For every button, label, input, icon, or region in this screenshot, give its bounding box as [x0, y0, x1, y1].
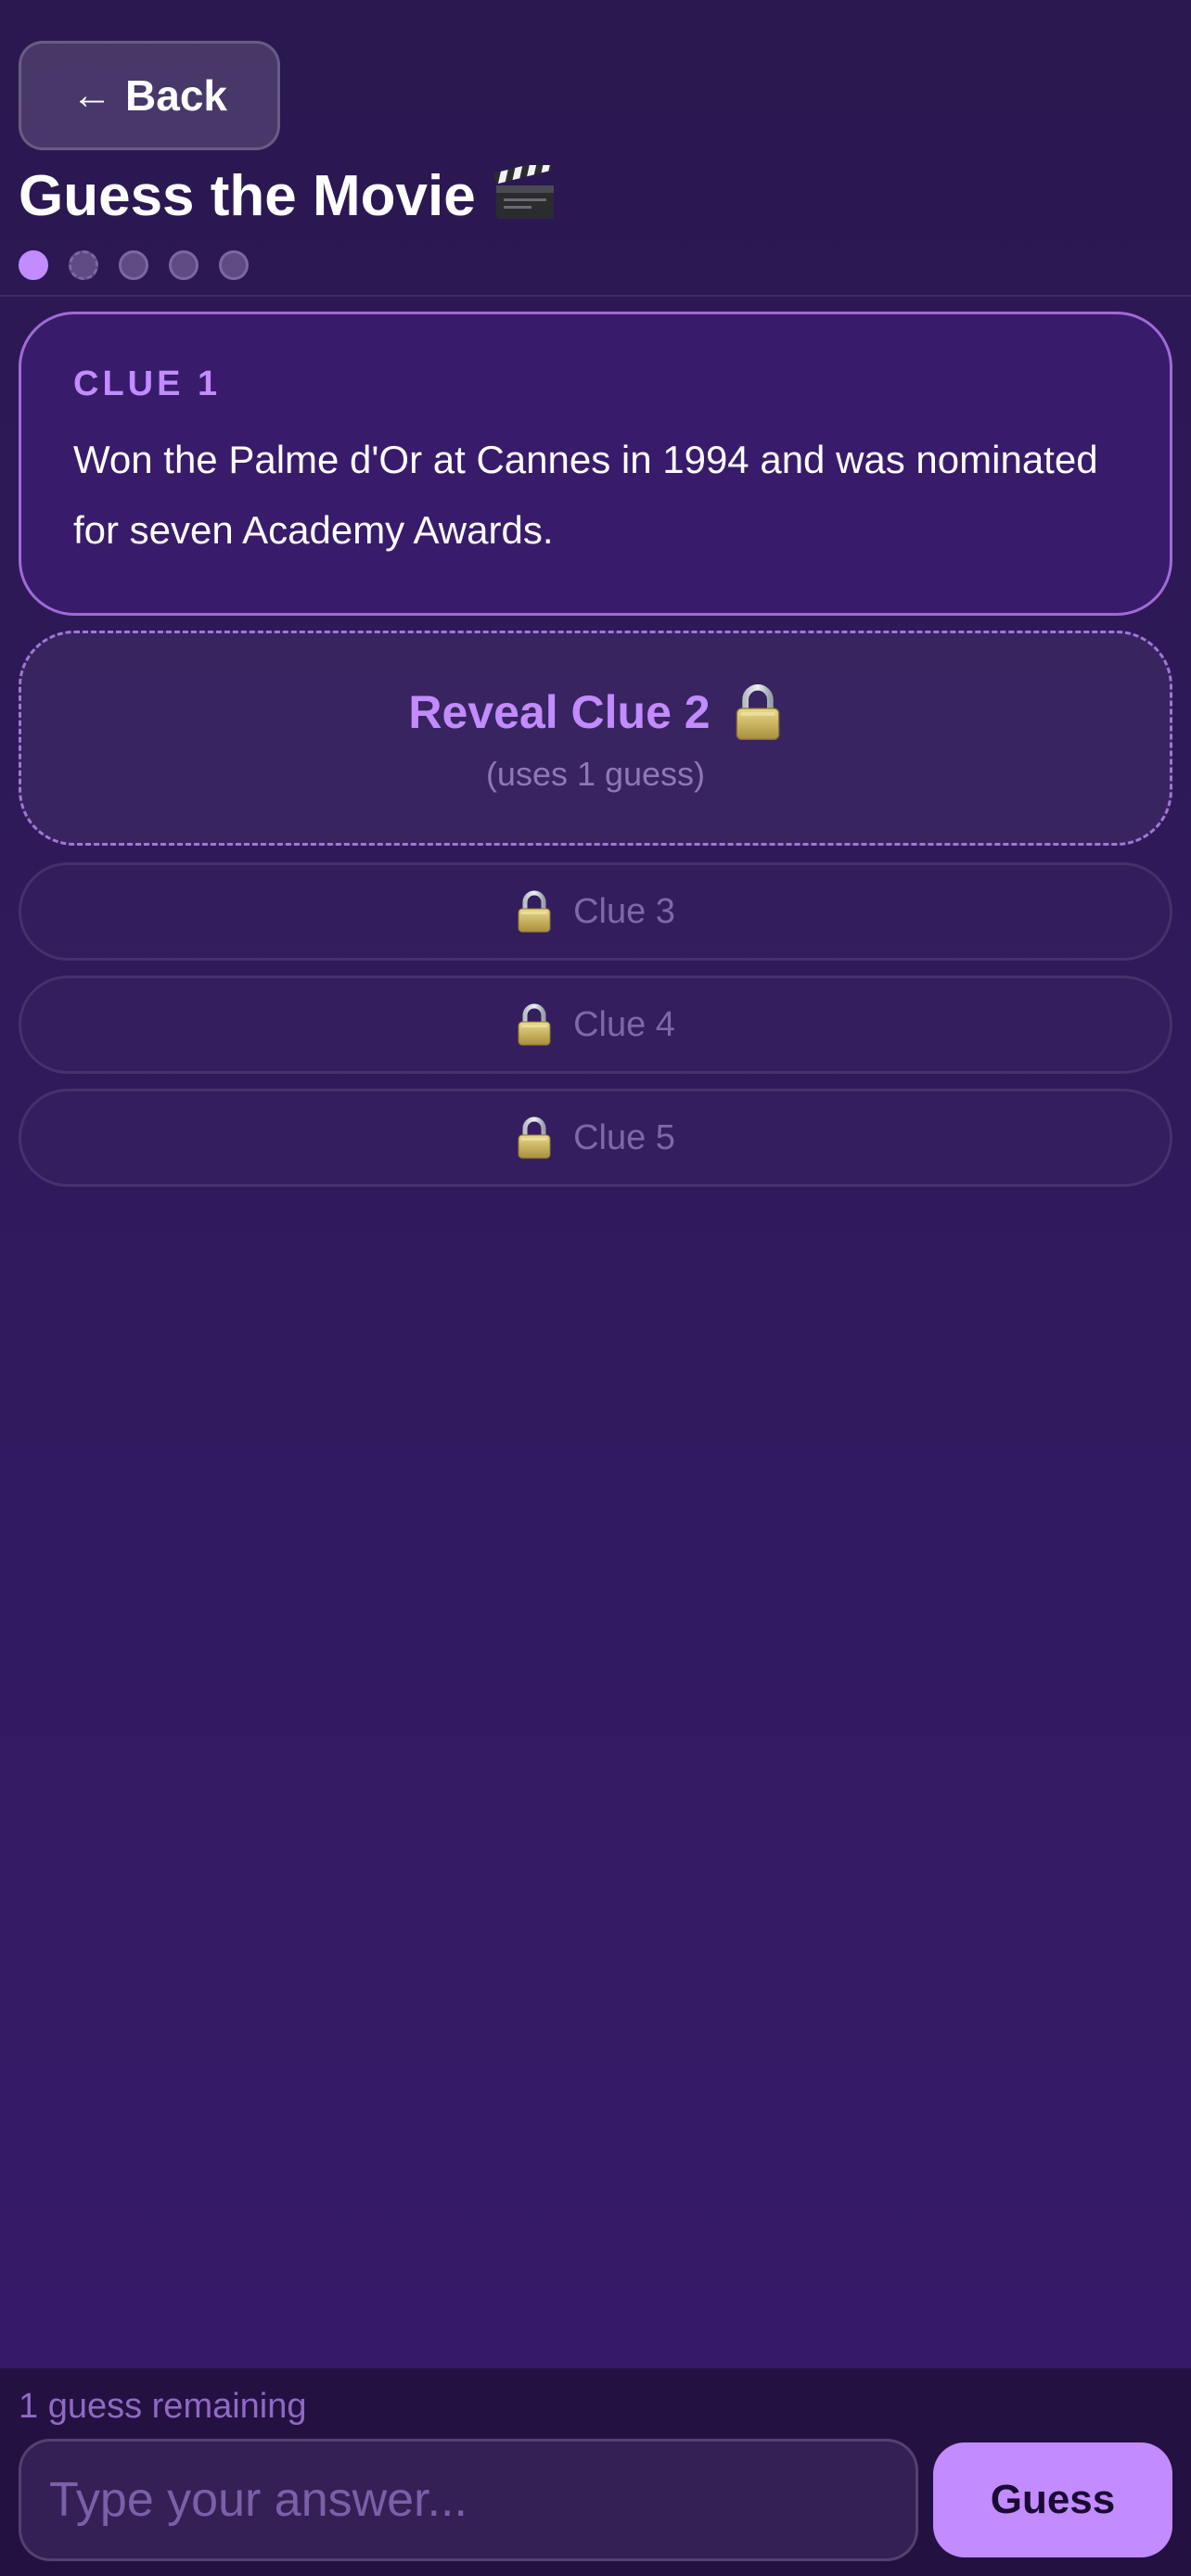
back-button[interactable]: ← Back	[19, 41, 280, 150]
padlock-icon	[516, 1116, 553, 1160]
answer-input[interactable]	[19, 2439, 918, 2561]
page-title-text: Guess the Movie	[19, 164, 476, 228]
padlock-icon	[516, 889, 553, 934]
guess-button[interactable]: Guess	[933, 2442, 1172, 2557]
reveal-title-text: Reveal Clue 2	[408, 686, 711, 738]
progress-dot	[19, 250, 48, 280]
clue-label: CLUE 1	[73, 364, 222, 403]
reveal-clue-button[interactable]: Reveal Clue 2 (uses 1 guess)	[19, 631, 1172, 846]
padlock-icon	[733, 682, 783, 742]
progress-dot	[219, 250, 249, 280]
locked-clue-label: Clue 3	[573, 891, 675, 931]
locked-clue-label: Clue 4	[573, 1004, 675, 1044]
progress-dot	[169, 250, 198, 280]
progress-dot	[119, 250, 148, 280]
arrow-left-icon: ←	[71, 72, 113, 118]
page-title: Guess the Movie	[19, 159, 557, 234]
locked-clue-4: Clue 4	[19, 976, 1172, 1074]
locked-clue-3: Clue 3	[19, 862, 1172, 961]
reveal-title: Reveal Clue 2	[408, 682, 782, 742]
progress-dot	[69, 250, 98, 280]
clue-progress-dots	[19, 250, 249, 280]
locked-clue-label: Clue 5	[573, 1117, 675, 1157]
top-bar: ← Back Guess the Movie	[0, 0, 1191, 297]
clapperboard-icon	[493, 165, 554, 219]
guesses-remaining: 1 guess remaining	[19, 2387, 307, 2426]
clue-text: Won the Palme d'Or at Cannes in 1994 and…	[73, 438, 1098, 552]
answer-bar: 1 guess remaining Guess	[0, 2368, 1191, 2576]
back-label: Back	[125, 71, 227, 120]
padlock-icon	[516, 1002, 553, 1047]
locked-clue-5: Clue 5	[19, 1089, 1172, 1187]
reveal-subtitle: (uses 1 guess)	[485, 755, 706, 793]
clue-card-1: CLUE 1 Won the Palme d'Or at Cannes in 1…	[19, 312, 1172, 616]
